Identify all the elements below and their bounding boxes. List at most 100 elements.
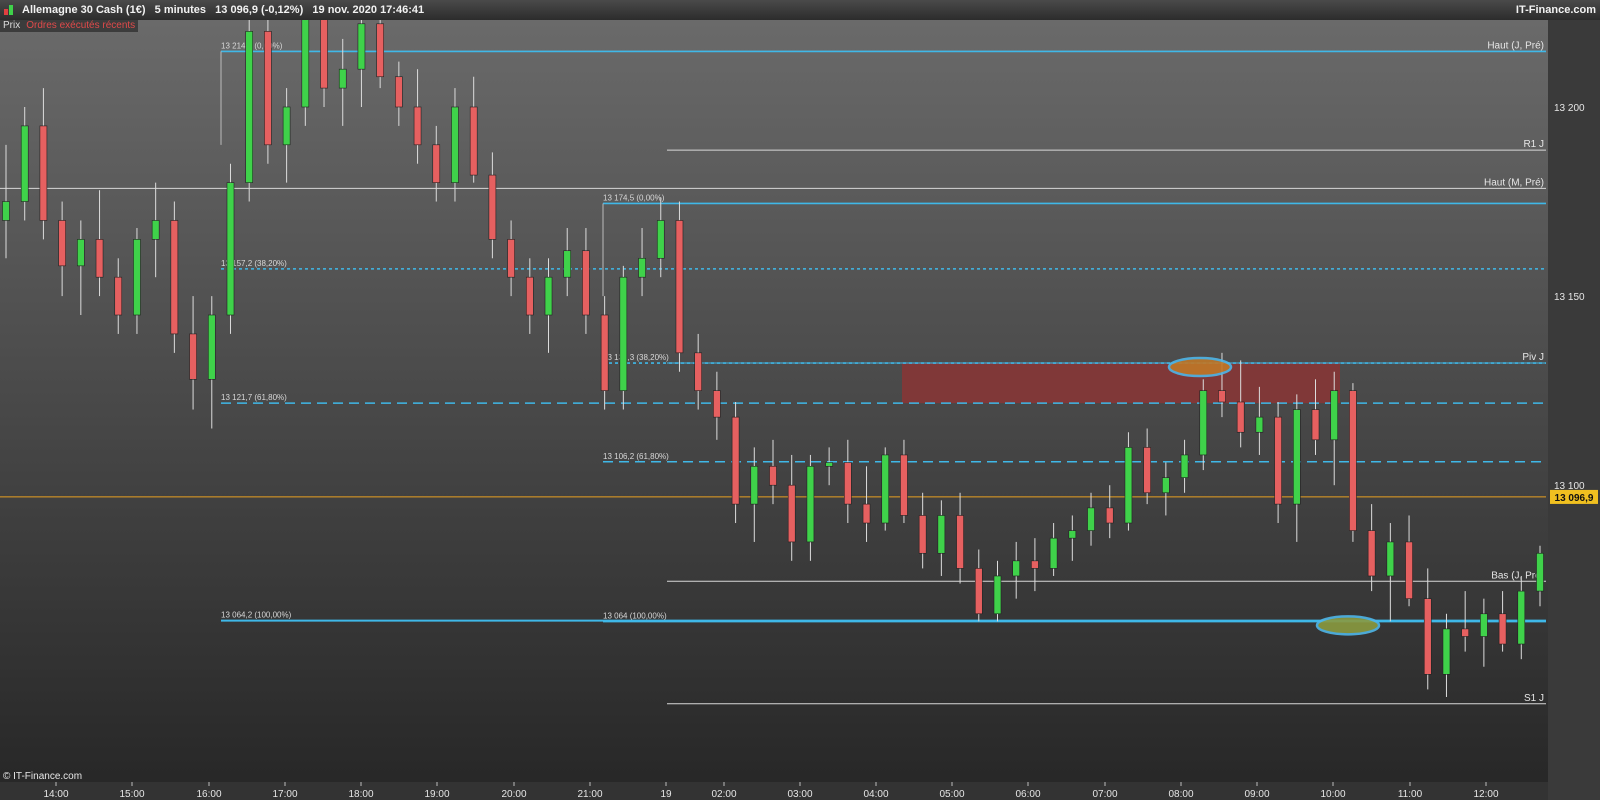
candle-body (207, 314, 216, 380)
candle-body (1330, 390, 1339, 441)
x-tick-label: 18:00 (348, 789, 373, 800)
candle-body (2, 201, 10, 221)
x-tick-label: 08:00 (1168, 789, 1193, 800)
highlight-ellipse (1315, 615, 1381, 636)
x-tick-label: 12:00 (1473, 789, 1498, 800)
candle-body (974, 568, 983, 615)
candle-body (226, 182, 235, 316)
candle-body (600, 314, 609, 391)
highlight-ellipse (1167, 356, 1233, 378)
candle-body (58, 220, 66, 267)
pivot-label: Haut (M, Pré) (1484, 177, 1544, 188)
candle-body (413, 106, 422, 146)
candle-body (95, 239, 104, 278)
candle-body (1498, 613, 1507, 645)
candle-body (1255, 416, 1264, 433)
x-tick-label: 09:00 (1244, 789, 1269, 800)
candle-body (77, 239, 85, 267)
candle-body (1162, 477, 1170, 494)
pivot-label: R1 J (1523, 139, 1544, 150)
candle-body (1105, 507, 1114, 524)
resistance-zone (902, 363, 1340, 404)
candle-body (563, 250, 572, 278)
candle-body (1124, 447, 1133, 524)
candle-body (675, 220, 684, 354)
candle-body (619, 276, 628, 391)
candle-body (338, 68, 347, 89)
candle-body (245, 31, 253, 183)
candle-body (1386, 541, 1395, 577)
candle-body (544, 276, 553, 316)
fib-label: 13 132,3 (38,20%) (603, 353, 669, 362)
x-axis-background (0, 782, 1548, 800)
candle-body (731, 416, 740, 505)
candle-body (937, 515, 946, 554)
candle-body (844, 462, 852, 505)
candle-body (282, 106, 291, 146)
candle-body (376, 23, 384, 78)
candle-body (769, 465, 777, 486)
candle-body (1236, 401, 1245, 433)
candle-body (993, 575, 1002, 615)
candle-body (1367, 530, 1376, 577)
candle-body (787, 484, 796, 543)
candle-body (806, 465, 815, 543)
price-chart[interactable]: Haut (J, Pré) R1 J Haut (M, Pré) Piv J Bas (… (0, 20, 1600, 800)
candle-body (451, 106, 459, 183)
candle-body (1349, 390, 1357, 531)
candle-body (1442, 628, 1451, 675)
fib-label: 13 174,5 (0,00%) (603, 193, 665, 202)
candle-body (1031, 560, 1039, 569)
candle-body (1480, 613, 1488, 637)
candle-body (956, 515, 964, 569)
candle-body (526, 276, 534, 316)
candle-body (395, 76, 403, 108)
candle-body (918, 515, 927, 554)
brand-label: IT-Finance.com (1515, 4, 1596, 16)
chart-tabs: Prix Ordres exécutés récents (0, 20, 139, 32)
candle-body (1461, 628, 1469, 637)
fib-label: 13 106,2 (61,80%) (603, 452, 669, 461)
candle-body (488, 174, 497, 240)
x-tick-label: 19 (660, 789, 672, 800)
x-tick-label: 06:00 (1015, 789, 1040, 800)
candle-body (713, 390, 721, 418)
candle-body (638, 257, 646, 278)
x-tick-label: 03:00 (787, 789, 812, 800)
candle-body (1423, 598, 1432, 675)
footer-credit: © IT-Finance.com (3, 771, 83, 782)
tab-ordres[interactable]: Ordres exécutés récents (23, 20, 139, 32)
y-axis-background (1548, 20, 1600, 800)
candle-body (170, 220, 179, 335)
candle-body (1087, 507, 1095, 531)
candle-body (750, 465, 759, 505)
candle-body (151, 220, 160, 240)
y-tick-label: 13 200 (1554, 103, 1585, 114)
candle-body (1199, 390, 1208, 456)
fib-label: 13 064 (100,00%) (603, 611, 667, 620)
candle-body (656, 220, 665, 259)
candle-body (114, 276, 123, 316)
pivot-label: Bas (J, Pré) (1491, 570, 1544, 581)
candle-body (1012, 560, 1020, 577)
candle-body (189, 333, 197, 380)
candle-body (1049, 537, 1058, 569)
candle-body (1536, 552, 1544, 592)
y-tick-label: 13 150 (1554, 292, 1585, 303)
candle-body (301, 20, 310, 108)
candle-body (1293, 409, 1301, 505)
x-tick-label: 16:00 (196, 789, 221, 800)
candle-body (264, 31, 272, 146)
pivot-label: Piv J (1522, 352, 1544, 363)
candle-body (507, 239, 515, 278)
x-tick-label: 17:00 (272, 789, 297, 800)
candle-body (432, 144, 441, 183)
instrument-title: Allemagne 30 Cash (1€) 5 minutes 13 096,… (22, 4, 425, 16)
x-tick-label: 21:00 (577, 789, 602, 800)
fib-label: 13 121,7 (61,80%) (221, 393, 287, 402)
candle-body (1405, 541, 1413, 599)
x-tick-label: 07:00 (1092, 789, 1117, 800)
candle-body (20, 125, 29, 202)
tab-prix[interactable]: Prix (0, 20, 24, 32)
candle-body (1143, 447, 1151, 494)
